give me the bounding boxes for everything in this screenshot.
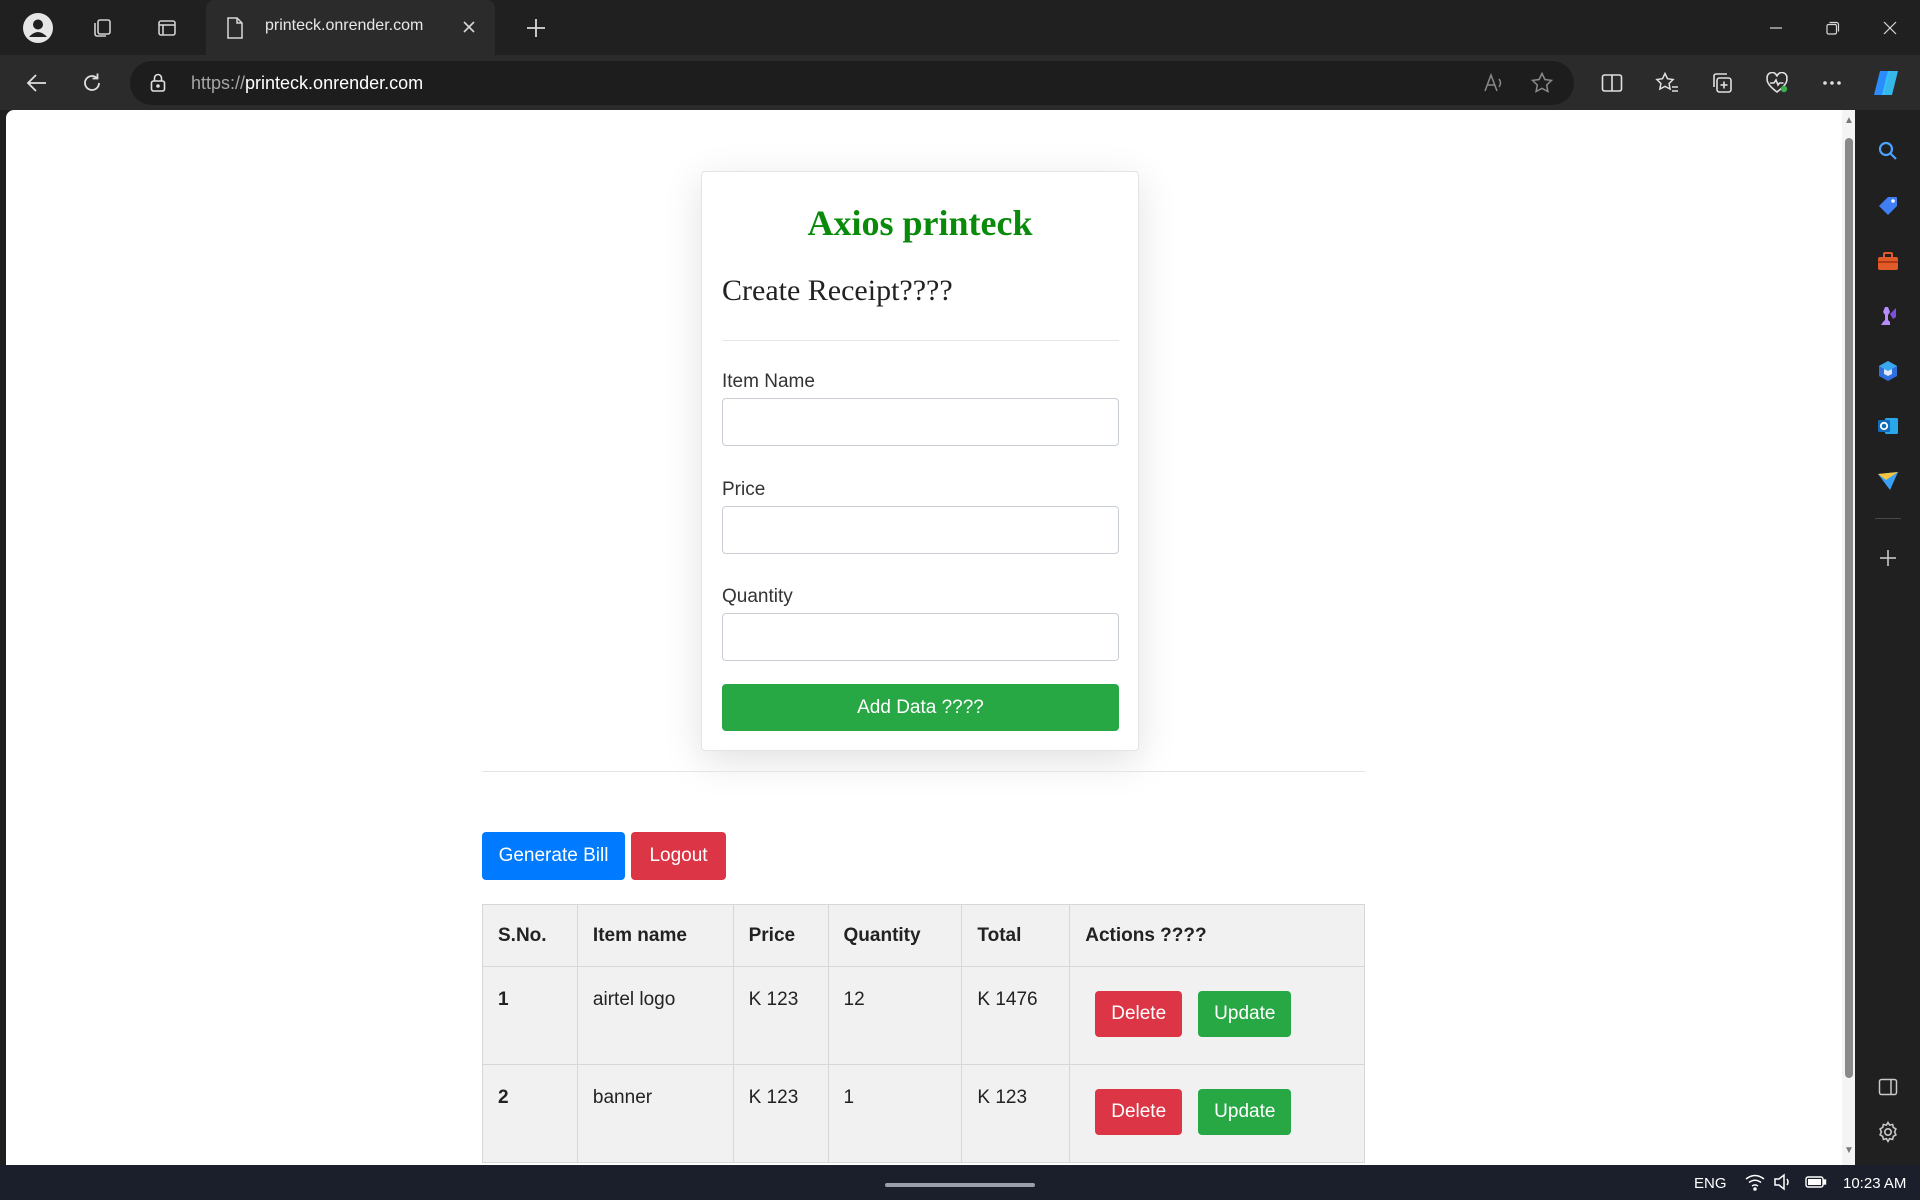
table-row: 1 airtel logo K 123 12 K 1476 Delete Upd… (482, 966, 1365, 1065)
scroll-down-icon[interactable]: ▼ (1844, 1146, 1854, 1156)
form-title: Create Receipt???? (722, 274, 953, 307)
outlook-icon[interactable] (1871, 409, 1905, 443)
row-price: K 123 (732, 1064, 829, 1163)
games-icon[interactable] (1871, 299, 1905, 333)
url-text: https://printeck.onrender.com (191, 73, 423, 94)
shopping-tag-icon[interactable] (1871, 189, 1905, 223)
address-bar[interactable]: https://printeck.onrender.com (130, 61, 1574, 105)
scroll-up-icon[interactable]: ▲ (1844, 116, 1854, 126)
url-host: printeck.onrender.com (245, 73, 424, 93)
update-button[interactable]: Update (1198, 991, 1292, 1037)
col-quantity: Quantity (827, 904, 963, 967)
generate-bill-button[interactable]: Generate Bill (482, 832, 625, 880)
row-price: K 123 (732, 966, 829, 1065)
collections-icon[interactable] (1702, 63, 1742, 103)
restore-icon[interactable] (1813, 8, 1853, 48)
col-item-name: Item name (576, 904, 734, 967)
page-icon (226, 17, 244, 44)
quantity-label: Quantity (722, 586, 793, 607)
page-viewport: Axios printeck Create Receipt???? Item N… (6, 110, 1855, 1165)
row-item: airtel logo (576, 966, 734, 1065)
back-icon[interactable] (17, 63, 57, 103)
col-price: Price (732, 904, 829, 967)
quantity-input[interactable] (722, 613, 1119, 661)
tab-bar: printeck.onrender.com (0, 0, 1920, 55)
settings-icon[interactable] (1871, 1115, 1905, 1149)
copilot-icon[interactable] (1866, 63, 1906, 103)
workspaces-icon[interactable] (84, 10, 120, 46)
delete-button[interactable]: Delete (1095, 1089, 1183, 1135)
row-total: K 1476 (961, 966, 1071, 1065)
clock[interactable]: 10:23 AM (1843, 1175, 1906, 1192)
language-indicator[interactable]: ENG (1694, 1175, 1727, 1192)
hide-sidebar-icon[interactable] (1871, 1070, 1905, 1104)
favorite-star-icon[interactable] (1530, 71, 1554, 100)
col-sno: S.No. (482, 904, 578, 967)
item-name-input[interactable] (722, 398, 1119, 446)
search-icon[interactable] (1871, 134, 1905, 168)
taskbar-handle[interactable] (885, 1183, 1035, 1187)
browser-essentials-icon[interactable] (1757, 63, 1797, 103)
row-total: K 123 (961, 1064, 1071, 1163)
row-quantity: 1 (827, 1064, 963, 1163)
split-screen-icon[interactable] (1592, 63, 1632, 103)
os-taskbar: ENG 10:23 AM (0, 1165, 1920, 1200)
tab-actions-icon[interactable] (149, 10, 185, 46)
sidebar-divider (1875, 518, 1901, 519)
tab-title: printeck.onrender.com (265, 17, 424, 34)
update-button[interactable]: Update (1198, 1089, 1292, 1135)
close-icon[interactable] (457, 15, 481, 39)
active-tab[interactable]: printeck.onrender.com (206, 0, 495, 55)
row-item: banner (576, 1064, 734, 1163)
brand-title: Axios printeck (807, 203, 1033, 243)
add-data-button[interactable]: Add Data ???? (722, 684, 1119, 731)
row-sno: 1 (482, 966, 578, 1065)
delete-button[interactable]: Delete (1095, 991, 1183, 1037)
divider (722, 340, 1119, 341)
drop-icon[interactable] (1871, 464, 1905, 498)
tools-icon[interactable] (1871, 244, 1905, 278)
row-actions: Delete Update (1069, 966, 1365, 1065)
minimize-icon[interactable] (1756, 8, 1796, 48)
wifi-icon[interactable] (1745, 1173, 1765, 1196)
table-row: 2 banner K 123 1 K 123 Delete Update (482, 1064, 1365, 1163)
new-tab-icon[interactable] (518, 10, 554, 46)
logout-button[interactable]: Logout (631, 832, 726, 880)
row-quantity: 12 (827, 966, 963, 1065)
col-actions: Actions ???? (1069, 904, 1365, 967)
url-protocol: https:// (191, 73, 246, 93)
volume-icon[interactable] (1773, 1173, 1793, 1196)
more-icon[interactable] (1812, 63, 1852, 103)
microsoft365-icon[interactable] (1871, 354, 1905, 388)
item-name-label: Item Name (722, 371, 815, 392)
add-icon[interactable] (1871, 541, 1905, 575)
favorites-icon[interactable] (1647, 63, 1687, 103)
price-label: Price (722, 479, 766, 500)
divider (482, 771, 1365, 772)
lock-icon[interactable] (150, 73, 166, 98)
read-aloud-icon[interactable] (1482, 71, 1506, 100)
profile-icon[interactable] (20, 10, 56, 46)
col-total: Total (961, 904, 1071, 967)
page-scrollbar[interactable]: ▲ ▼ (1842, 110, 1855, 1165)
table-header-row: S.No. Item name Price Quantity Total Act… (482, 904, 1365, 967)
price-input[interactable] (722, 506, 1119, 554)
receipt-form-card: Axios printeck Create Receipt???? Item N… (701, 171, 1139, 751)
row-actions: Delete Update (1069, 1064, 1365, 1163)
toolbar: https://printeck.onrender.com (0, 55, 1920, 110)
row-sno: 2 (482, 1064, 578, 1163)
edge-sidebar (1855, 110, 1920, 1165)
receipt-table: S.No. Item name Price Quantity Total Act… (482, 904, 1365, 1163)
battery-icon[interactable] (1805, 1174, 1827, 1195)
close-window-icon[interactable] (1870, 8, 1910, 48)
scroll-thumb[interactable] (1845, 138, 1853, 1078)
refresh-icon[interactable] (72, 63, 112, 103)
